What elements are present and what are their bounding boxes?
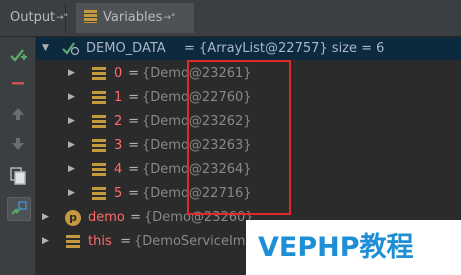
field-icon bbox=[92, 139, 106, 153]
tab-output-pin-icon[interactable]: →" bbox=[56, 13, 68, 23]
item-name: 3 bbox=[114, 138, 123, 153]
demo-eq: = bbox=[126, 210, 146, 225]
tab-output-label: Output bbox=[10, 10, 56, 25]
expand-arrow-icon[interactable]: ▶ bbox=[68, 86, 75, 109]
variables-icon bbox=[84, 10, 97, 23]
item-name: 0 bbox=[114, 66, 123, 81]
expand-arrow-icon[interactable]: ▼ bbox=[42, 37, 49, 60]
tab-variables-label: Variables bbox=[103, 10, 163, 25]
root-value: = {ArrayList@22757} size = 6 bbox=[184, 41, 385, 56]
expand-arrow-icon[interactable]: ▶ bbox=[68, 110, 75, 133]
remove-watch-icon[interactable] bbox=[7, 72, 29, 94]
field-icon bbox=[92, 91, 106, 105]
item-eq: = bbox=[124, 90, 144, 105]
tree-row-root[interactable]: ▼ DEMO_DATA = {ArrayList@22757} size = 6 bbox=[36, 37, 461, 60]
field-icon bbox=[66, 235, 80, 249]
expand-arrow-icon[interactable]: ▶ bbox=[42, 230, 49, 253]
root-name: DEMO_DATA bbox=[86, 41, 166, 56]
item-eq: = bbox=[124, 186, 144, 201]
tab-bar: Output→" Variables→" bbox=[0, 0, 461, 37]
field-icon bbox=[92, 187, 106, 201]
up-arrow-icon[interactable] bbox=[7, 103, 29, 125]
tab-output[interactable]: Output→" bbox=[0, 3, 68, 33]
tab-variables[interactable]: Variables→" bbox=[76, 3, 194, 33]
demo-name: demo bbox=[88, 210, 125, 225]
expand-arrow-icon[interactable]: ▶ bbox=[68, 134, 75, 157]
field-icon bbox=[92, 115, 106, 129]
item-eq: = bbox=[124, 138, 144, 153]
infinity-icon[interactable] bbox=[7, 197, 31, 221]
variables-toolbar bbox=[0, 37, 36, 275]
field-icon bbox=[92, 67, 106, 81]
item-eq: = bbox=[124, 114, 144, 129]
watch-icon bbox=[62, 40, 80, 64]
expand-arrow-icon[interactable]: ▶ bbox=[68, 158, 75, 181]
item-name: 4 bbox=[114, 162, 123, 177]
expand-arrow-icon[interactable]: ▶ bbox=[68, 62, 75, 85]
highlight-box bbox=[187, 60, 291, 215]
item-name: 2 bbox=[114, 114, 123, 129]
watermark: VEPHP教程 bbox=[246, 220, 461, 275]
item-name: 1 bbox=[114, 90, 123, 105]
copy-icon[interactable] bbox=[7, 165, 29, 187]
field-icon bbox=[92, 163, 106, 177]
item-name: 5 bbox=[114, 186, 123, 201]
this-name: this bbox=[88, 234, 112, 249]
tab-variables-pin-icon[interactable]: →" bbox=[163, 13, 175, 23]
expand-arrow-icon[interactable]: ▶ bbox=[42, 206, 49, 229]
add-watch-icon[interactable] bbox=[7, 44, 29, 66]
down-arrow-icon[interactable] bbox=[7, 133, 29, 155]
this-eq: = bbox=[116, 234, 136, 249]
expand-arrow-icon[interactable]: ▶ bbox=[68, 182, 75, 205]
item-eq: = bbox=[124, 162, 144, 177]
item-eq: = bbox=[124, 66, 144, 81]
parameter-icon: p bbox=[65, 210, 81, 226]
